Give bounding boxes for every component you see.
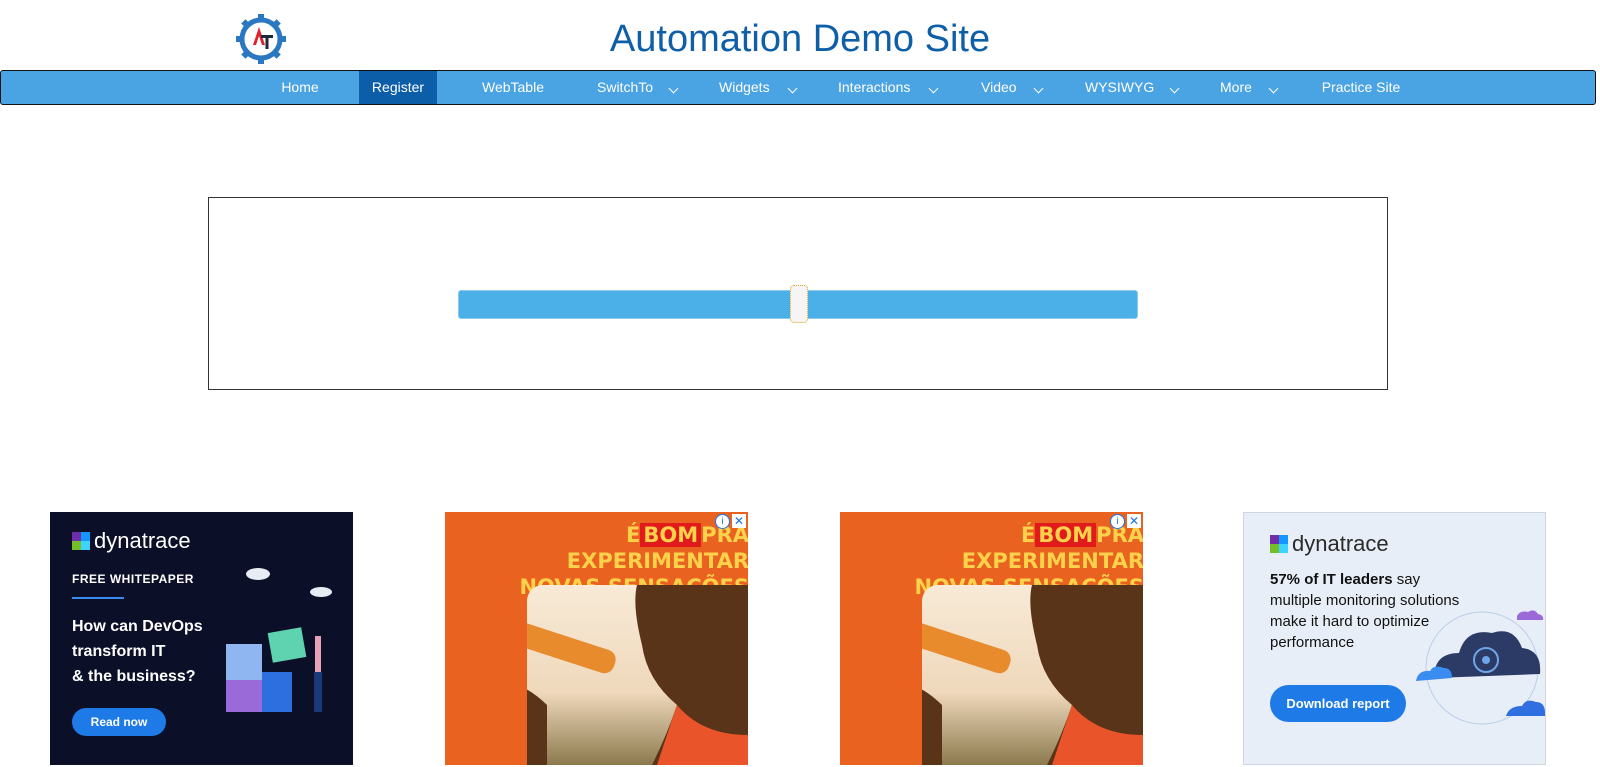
chevron-down-icon [1169,83,1180,94]
dynatrace-logo-icon [72,532,90,550]
nav-interactions[interactable]: Interactions [822,71,944,104]
nav-video[interactable]: Video [965,71,1049,104]
drinking-photo [447,582,748,765]
nav-more-label: More [1220,79,1252,95]
nav-video-label: Video [981,79,1017,95]
ad-dynatrace-monitoring[interactable]: dynatrace 57% of IT leaders say multiple… [1243,512,1546,765]
nav-wysiwyg-label: WYSIWYG [1085,79,1155,95]
ad-orange-drink-1[interactable]: ÉBOMPRA EXPERIMENTAR NOVAS SENSAÇÕES i ✕ [445,512,748,765]
site-header: Automation Demo Site [0,0,1600,70]
headline-line: transform IT [72,643,166,660]
chevron-down-icon [1033,83,1044,94]
whitepaper-label: FREE WHITEPAPER [72,572,194,586]
nav-more[interactable]: More [1204,71,1284,104]
headline-pre: É [1021,523,1036,547]
ad-dynatrace-devops[interactable]: dynatrace FREE WHITEPAPER How can DevOps… [50,512,353,765]
headline-line: How can DevOps [72,618,203,635]
nav-webtable[interactable]: WebTable [463,71,563,104]
download-report-button[interactable]: Download report [1270,685,1406,722]
read-now-button[interactable]: Read now [72,708,166,736]
nav-home[interactable]: Home [263,71,337,104]
nav-widgets[interactable]: Widgets [703,71,799,104]
chevron-down-icon [928,83,939,94]
dynatrace-brand: dynatrace [1292,531,1389,556]
chevron-down-icon [1268,83,1279,94]
chevron-down-icon [668,83,679,94]
headline-highlight: BOM [1035,523,1097,547]
ad-headline: How can DevOps transform IT & the busine… [72,614,222,689]
nav-register[interactable]: Register [359,71,437,104]
site-title: Automation Demo Site [609,18,991,60]
nav-switchto[interactable]: SwitchTo [581,71,679,104]
ad-close-icon[interactable]: ✕ [1127,514,1141,528]
nav-interactions-label: Interactions [838,79,911,95]
headline-line: & the business? [72,668,196,685]
divider [72,597,124,599]
ad-orange-drink-2[interactable]: ÉBOMPRA EXPERIMENTAR NOVAS SENSAÇÕES i ✕ [840,512,1143,765]
cloud-illustration-icon [1416,610,1545,725]
puzzle-illustration-icon [226,568,332,712]
ad-info-icon[interactable]: i [715,514,730,529]
headline-highlight: BOM [640,523,702,547]
chevron-down-icon [787,83,798,94]
ad-body-bold: 57% of IT leaders [1270,571,1393,588]
ad-info-icon[interactable]: i [1110,514,1125,529]
nav-practice-site[interactable]: Practice Site [1309,71,1413,104]
dynatrace-logo-icon [1270,535,1288,553]
nav-wysiwyg[interactable]: WYSIWYG [1069,71,1185,104]
dynatrace-brand: dynatrace [94,528,191,553]
headline-pre: É [626,523,641,547]
slider-handle[interactable] [790,285,808,323]
nav-widgets-label: Widgets [719,79,770,95]
ad-close-icon[interactable]: ✕ [732,514,746,528]
nav-switchto-label: SwitchTo [597,79,654,95]
main-nav: Home Register WebTable SwitchTo Widgets … [0,70,1596,105]
drinking-photo [842,582,1143,765]
